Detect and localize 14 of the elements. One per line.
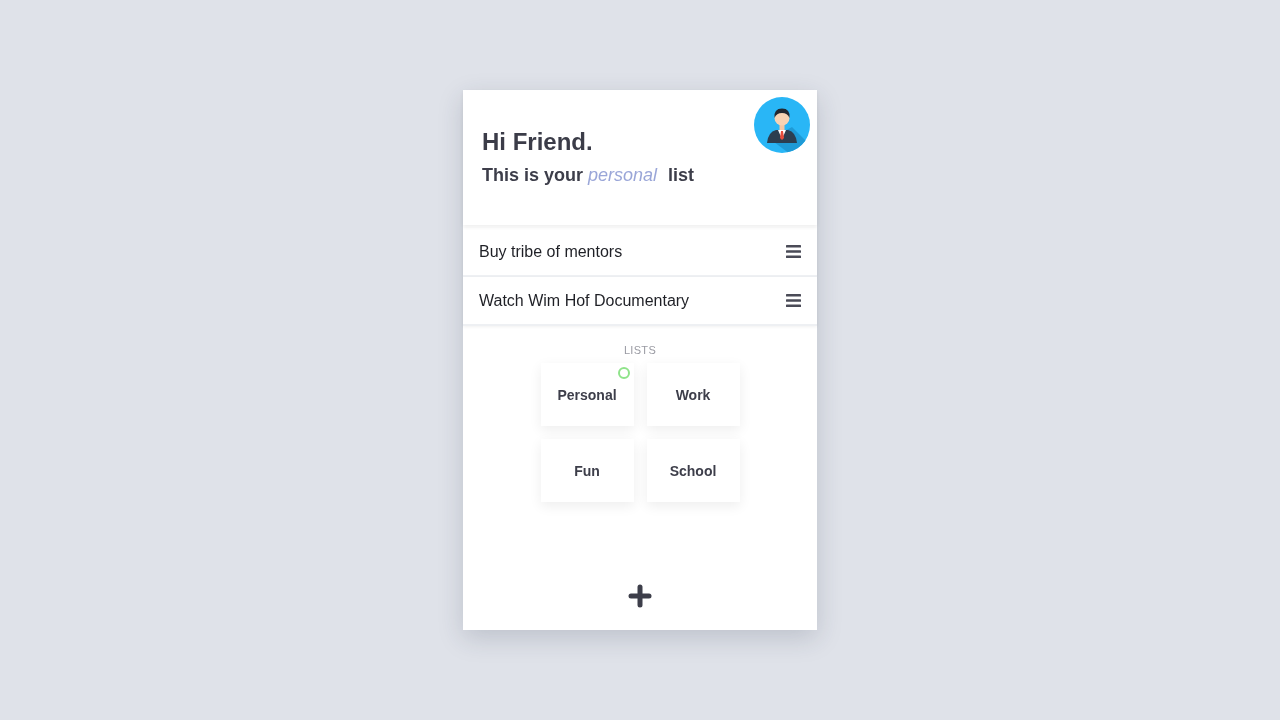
menu-icon[interactable] <box>786 245 801 258</box>
task-title: Buy tribe of mentors <box>479 242 623 261</box>
menu-icon[interactable] <box>786 294 801 307</box>
lists-heading: LISTS <box>623 343 657 357</box>
add-button[interactable] <box>628 584 652 608</box>
avatar-icon <box>754 97 810 153</box>
plus-icon <box>628 584 652 608</box>
list-button[interactable]: Fun <box>540 439 634 502</box>
list-button[interactable]: Personal <box>540 363 634 426</box>
task-title: Watch Wim Hof Documentary <box>479 291 690 310</box>
list-button[interactable]: School <box>646 439 740 502</box>
subtitle-text: This is your personal list <box>482 164 695 186</box>
list-button[interactable]: Work <box>646 363 740 426</box>
greeting-title: Hi Friend. <box>482 128 593 156</box>
